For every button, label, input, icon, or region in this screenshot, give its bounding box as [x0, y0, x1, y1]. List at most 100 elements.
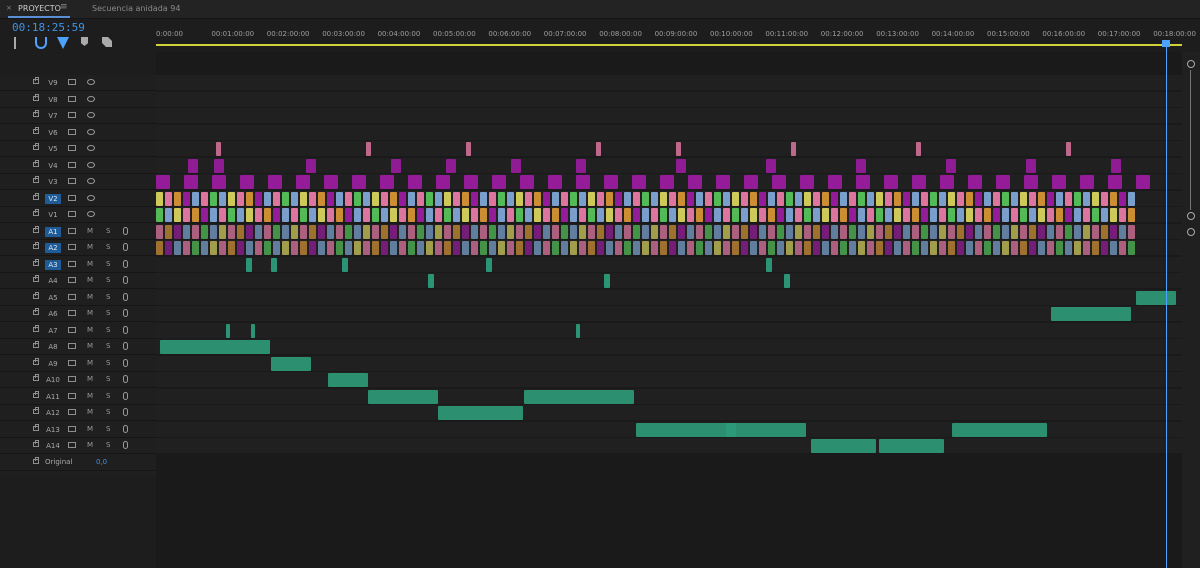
timeline-clip[interactable] [543, 208, 550, 222]
timeline-clip[interactable] [201, 208, 208, 222]
timeline-clip[interactable] [750, 224, 757, 239]
timeline-clip[interactable] [678, 241, 685, 255]
timeline-clip[interactable] [624, 224, 631, 239]
timeline-clip[interactable] [957, 191, 964, 206]
timeline-clip[interactable] [822, 241, 829, 255]
timeline-clip[interactable] [939, 224, 946, 239]
microphone-icon[interactable] [123, 276, 128, 284]
scroll-track[interactable] [1190, 70, 1191, 210]
timeline-clip[interactable] [858, 191, 865, 206]
lock-icon[interactable] [33, 357, 39, 365]
timeline-clip[interactable] [1038, 191, 1045, 206]
track-name[interactable]: V1 [45, 210, 61, 220]
timeline-clip[interactable] [273, 191, 280, 206]
sync-lock-icon[interactable] [68, 128, 76, 135]
timeline-clip[interactable] [975, 241, 982, 255]
timeline-clip[interactable] [766, 257, 772, 272]
timeline-clip[interactable] [912, 208, 919, 222]
timeline-clip[interactable] [948, 241, 955, 255]
timeline-clip[interactable] [912, 224, 919, 239]
timeline-clip[interactable] [345, 191, 352, 206]
timeline-clip[interactable] [660, 224, 667, 239]
timeline-clip[interactable] [372, 208, 379, 222]
timeline-clip[interactable] [399, 241, 406, 255]
timeline-clip[interactable] [777, 191, 784, 206]
work-area-bar[interactable] [156, 44, 1182, 46]
timeline-clip[interactable] [390, 224, 397, 239]
timeline-clip[interactable] [732, 241, 739, 255]
solo-button[interactable]: S [106, 392, 110, 400]
timeline-clip[interactable] [264, 191, 271, 206]
timeline-clip[interactable] [471, 191, 478, 206]
timeline-clip[interactable] [318, 224, 325, 239]
microphone-icon[interactable] [123, 358, 128, 367]
timeline-clip[interactable] [363, 191, 370, 206]
timeline-clip[interactable] [219, 208, 226, 222]
timeline-clip[interactable] [327, 191, 334, 206]
timeline-clip[interactable] [228, 241, 235, 255]
mute-button[interactable]: M [87, 227, 93, 235]
current-timecode[interactable]: 00:18:25:59 [12, 21, 85, 34]
hamburger-menu-icon[interactable]: ≡ [60, 2, 68, 12]
timeline-clip[interactable] [1136, 175, 1150, 189]
timeline-clip[interactable] [849, 224, 856, 239]
timeline-clip[interactable] [642, 191, 649, 206]
timeline-clip[interactable] [183, 224, 190, 239]
timeline-clip[interactable] [660, 208, 667, 222]
sync-lock-icon[interactable] [68, 409, 76, 415]
timeline-clip[interactable] [228, 224, 235, 239]
timeline-clip[interactable] [1119, 241, 1126, 255]
timeline-clip[interactable] [576, 175, 590, 189]
timeline-clip[interactable] [930, 208, 937, 222]
sync-lock-icon[interactable] [68, 326, 76, 333]
timeline-clip[interactable] [705, 191, 712, 206]
timeline-clip[interactable] [768, 208, 775, 222]
timeline-clip[interactable] [741, 191, 748, 206]
timeline-clip[interactable] [912, 191, 919, 206]
timeline-clip[interactable] [714, 208, 721, 222]
timeline-clip[interactable] [1052, 175, 1066, 189]
timeline-clip[interactable] [948, 224, 955, 239]
wrench-icon[interactable] [102, 37, 112, 47]
timeline-clip[interactable] [1110, 224, 1117, 239]
timeline-clip[interactable] [831, 224, 838, 239]
timeline-clip[interactable] [381, 208, 388, 222]
solo-button[interactable]: S [106, 260, 110, 268]
solo-button[interactable]: S [106, 227, 110, 235]
timeline-clip[interactable] [210, 224, 217, 239]
timeline-clip[interactable] [786, 241, 793, 255]
timeline-clip[interactable] [435, 224, 442, 239]
mute-button[interactable]: M [87, 425, 93, 433]
timeline-clip[interactable] [1020, 241, 1027, 255]
timeline-clip[interactable] [714, 191, 721, 206]
timeline-clip[interactable] [525, 208, 532, 222]
solo-button[interactable]: S [106, 342, 110, 350]
microphone-icon[interactable] [123, 408, 128, 416]
timeline-clip[interactable] [444, 208, 451, 222]
timeline-clip[interactable] [561, 224, 568, 239]
timeline-clip[interactable] [273, 241, 280, 255]
timeline-clip[interactable] [687, 208, 694, 222]
timeline-clip[interactable] [632, 175, 646, 189]
timeline-clip[interactable] [921, 208, 928, 222]
timeline-clip[interactable] [624, 208, 631, 222]
timeline-clip[interactable] [174, 224, 181, 239]
track-name[interactable]: A3 [45, 259, 61, 270]
linked-selection-icon[interactable] [57, 37, 69, 49]
timeline-clip[interactable] [408, 224, 415, 239]
track-name[interactable]: A1 [45, 226, 61, 237]
timeline-clip[interactable] [507, 224, 514, 239]
microphone-icon[interactable] [123, 441, 128, 449]
timeline-clip[interactable] [856, 158, 866, 173]
mute-button[interactable]: M [87, 260, 93, 268]
timeline-clip[interactable] [1029, 208, 1036, 222]
timeline-clip[interactable] [966, 224, 973, 239]
timeline-clip[interactable] [291, 224, 298, 239]
timeline-clip[interactable] [633, 241, 640, 255]
timeline-row[interactable] [156, 75, 1182, 91]
sync-lock-icon[interactable] [68, 95, 76, 102]
lock-icon[interactable] [33, 93, 39, 101]
timeline-clip[interactable] [324, 175, 338, 189]
timeline-clip[interactable] [606, 224, 613, 239]
timeline-row[interactable] [156, 141, 1182, 157]
